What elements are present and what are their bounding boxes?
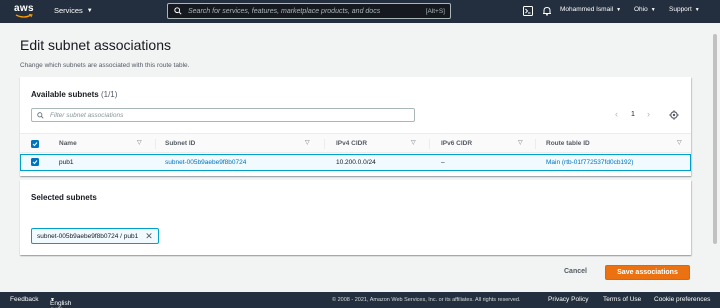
cancel-button[interactable]: Cancel xyxy=(564,268,587,275)
gear-icon[interactable] xyxy=(669,110,679,120)
column-header-name[interactable]: Name xyxy=(59,140,77,147)
column-divider xyxy=(429,139,430,149)
column-header-route-table-id[interactable]: Route table ID xyxy=(546,140,590,147)
region-menu[interactable]: Ohio ▼ xyxy=(634,6,656,13)
footer: Feedback English (US) ▼ © 2008 - 2021, A… xyxy=(0,292,720,308)
select-all-checkbox[interactable] xyxy=(31,140,39,148)
support-label: Support xyxy=(669,6,692,13)
filter-input[interactable]: Filter subnet associations xyxy=(31,108,415,122)
column-divider xyxy=(324,139,325,149)
aws-logo-text: aws xyxy=(14,3,34,14)
caret-down-icon: ▼ xyxy=(650,6,656,13)
copyright-text: © 2008 - 2021, Amazon Web Services, Inc.… xyxy=(332,297,521,303)
support-menu[interactable]: Support ▼ xyxy=(669,6,700,13)
language-label: English (US) xyxy=(50,300,72,308)
filter-placeholder: Filter subnet associations xyxy=(50,111,124,119)
cell-name: pub1 xyxy=(59,159,74,166)
services-label: Services xyxy=(54,6,83,15)
column-header-ipv4-cidr[interactable]: IPv4 CIDR xyxy=(336,140,367,147)
selected-subnets-heading: Selected subnets xyxy=(31,193,97,202)
search-icon xyxy=(174,7,182,15)
services-menu[interactable]: Services ▼ xyxy=(54,6,93,15)
available-subnets-count: (1/1) xyxy=(100,90,118,99)
save-associations-button[interactable]: Save associations xyxy=(605,265,690,280)
search-icon xyxy=(37,111,44,119)
remove-token-icon[interactable]: ✕ xyxy=(145,231,153,241)
global-search-box[interactable]: Search for services, features, marketpla… xyxy=(167,3,451,19)
aws-logo[interactable]: aws xyxy=(14,3,38,20)
cell-ipv4-cidr: 10.200.0.0/24 xyxy=(336,159,376,166)
cloudshell-icon[interactable] xyxy=(523,6,533,16)
next-page-icon[interactable]: › xyxy=(647,109,650,119)
bell-icon[interactable] xyxy=(542,6,552,16)
account-name: Mohammed Ismail xyxy=(560,6,614,13)
column-divider xyxy=(155,139,156,149)
sort-icon[interactable]: ▽ xyxy=(137,139,142,146)
column-divider xyxy=(535,139,536,149)
privacy-policy-link[interactable]: Privacy Policy xyxy=(548,296,588,303)
check-icon xyxy=(32,160,38,165)
selected-subnet-label: subnet-005b9aebe9f8b0724 / pub1 xyxy=(37,232,139,240)
language-selector[interactable]: English (US) ▼ xyxy=(50,296,71,308)
cell-route-table-link[interactable]: Main (rtb-01f772537fd0cb192) xyxy=(546,159,633,166)
caret-down-icon: ▼ xyxy=(616,6,622,13)
sort-icon[interactable]: ▽ xyxy=(305,139,310,146)
sort-icon[interactable]: ▽ xyxy=(518,139,523,146)
available-subnets-title: Available subnets xyxy=(31,90,99,99)
check-icon xyxy=(32,142,38,147)
column-header-ipv6-cidr[interactable]: IPv6 CIDR xyxy=(441,140,472,147)
previous-page-icon[interactable]: ‹ xyxy=(615,109,618,119)
available-subnets-panel: Available subnets (1/1) Filter subnet as… xyxy=(20,77,691,176)
page-number[interactable]: 1 xyxy=(631,111,635,118)
cell-subnet-id-link[interactable]: subnet-005b9aebe9f8b0724 xyxy=(165,159,246,166)
cookie-preferences-link[interactable]: Cookie preferences xyxy=(654,296,710,303)
search-placeholder: Search for services, features, marketpla… xyxy=(188,7,381,15)
feedback-link[interactable]: Feedback xyxy=(10,296,39,303)
table-header: Name ▽ Subnet ID ▽ IPv4 CIDR ▽ IPv6 CIDR… xyxy=(20,133,691,153)
available-subnets-heading: Available subnets (1/1) xyxy=(31,90,117,99)
region-name: Ohio xyxy=(634,6,648,13)
table-row[interactable]: pub1 subnet-005b9aebe9f8b0724 10.200.0.0… xyxy=(20,154,691,171)
sort-icon[interactable]: ▽ xyxy=(677,139,682,146)
page-description: Change which subnets are associated with… xyxy=(20,62,190,69)
column-header-subnet-id[interactable]: Subnet ID xyxy=(165,140,195,147)
account-menu[interactable]: Mohammed Ismail ▼ xyxy=(560,6,621,13)
cell-ipv6-cidr: – xyxy=(441,159,445,166)
scrollbar-thumb[interactable] xyxy=(713,34,717,244)
page-scrollbar[interactable] xyxy=(710,24,720,292)
search-shortcut: [Alt+S] xyxy=(425,7,445,15)
aws-smile-icon xyxy=(15,14,33,18)
row-checkbox[interactable] xyxy=(31,158,39,166)
selected-subnet-token: subnet-005b9aebe9f8b0724 / pub1 ✕ xyxy=(31,228,159,244)
selected-subnets-panel: Selected subnets subnet-005b9aebe9f8b072… xyxy=(20,180,691,255)
terms-of-use-link[interactable]: Terms of Use xyxy=(603,296,641,303)
caret-down-icon: ▼ xyxy=(86,7,93,14)
page-title: Edit subnet associations xyxy=(20,37,171,53)
caret-down-icon: ▼ xyxy=(694,6,700,13)
top-navigation: aws Services ▼ Search for services, feat… xyxy=(0,0,720,23)
sort-icon[interactable]: ▽ xyxy=(411,139,416,146)
